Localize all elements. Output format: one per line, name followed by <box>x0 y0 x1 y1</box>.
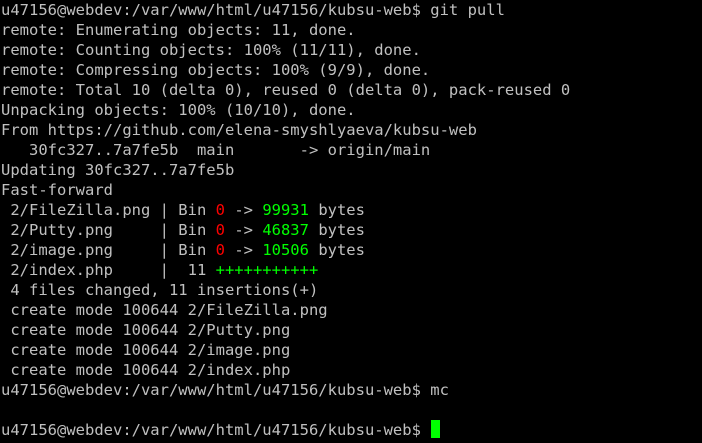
prompt-line-current[interactable]: u47156@webdev:/var/www/html/u47156/kubsu… <box>1 420 702 440</box>
output-line: Unpacking objects: 100% (10/10), done. <box>1 101 356 119</box>
create-mode-line: create mode 100644 2/index.php <box>1 361 291 379</box>
shell-prompt: u47156@webdev:/var/www/html/u47156/kubsu… <box>1 1 421 19</box>
output-line: 30fc327..7a7fe5b main -> origin/main <box>1 141 431 159</box>
terminal-window[interactable]: u47156@webdev:/var/www/html/u47156/kubsu… <box>0 0 702 443</box>
diffstat-file: 2/FileZilla.png | Bin <box>1 201 216 219</box>
prompt-line-git-pull: u47156@webdev:/var/www/html/u47156/kubsu… <box>1 0 702 20</box>
diffstat-insertions: +++++++++++ <box>215 261 319 279</box>
output-line: Updating 30fc327..7a7fe5b <box>1 161 235 179</box>
create-mode-line: create mode 100644 2/image.png <box>1 341 291 359</box>
cursor-block[interactable] <box>430 420 440 438</box>
diffstat-arrow: -> <box>224 201 263 219</box>
shell-prompt: u47156@webdev:/var/www/html/u47156/kubsu… <box>1 421 421 439</box>
output-line: remote: Enumerating objects: 11, done. <box>1 21 356 39</box>
diffstat-new-size: 46837 <box>262 221 309 239</box>
diffstat-unit: bytes <box>308 221 365 239</box>
diffstat-old-size: 0 <box>215 221 225 239</box>
diffstat-unit: bytes <box>308 201 365 219</box>
diffstat-old-size: 0 <box>215 241 225 259</box>
diffstat-file: 2/index.php | 11 <box>1 261 216 279</box>
command-mc: mc <box>420 381 449 399</box>
diffstat-line-putty: 2/Putty.png | Bin 0 -> 46837 bytes <box>1 220 702 240</box>
diffstat-new-size: 99931 <box>262 201 309 219</box>
summary-line: 4 files changed, 11 insertions(+) <box>1 281 319 299</box>
create-mode-line: create mode 100644 2/Putty.png <box>1 321 291 339</box>
output-line: Fast-forward <box>1 181 113 199</box>
diffstat-line-index: 2/index.php | 11 +++++++++++ <box>1 260 702 280</box>
create-mode-line: create mode 100644 2/FileZilla.png <box>1 301 328 319</box>
shell-prompt: u47156@webdev:/var/www/html/u47156/kubsu… <box>1 381 421 399</box>
output-line: remote: Compressing objects: 100% (9/9),… <box>1 61 431 79</box>
diffstat-arrow: -> <box>224 221 263 239</box>
diffstat-line-image: 2/image.png | Bin 0 -> 10506 bytes <box>1 240 702 260</box>
diffstat-unit: bytes <box>308 241 365 259</box>
output-line: From https://github.com/elena-smyshlyaev… <box>1 121 477 139</box>
prompt-line-mc: u47156@webdev:/var/www/html/u47156/kubsu… <box>1 380 702 400</box>
diffstat-old-size: 0 <box>215 201 225 219</box>
output-line: remote: Counting objects: 100% (11/11), … <box>1 41 421 59</box>
diffstat-arrow: -> <box>224 241 263 259</box>
diffstat-file: 2/image.png | Bin <box>1 241 216 259</box>
output-line: remote: Total 10 (delta 0), reused 0 (de… <box>1 81 571 99</box>
diffstat-line-filezilla: 2/FileZilla.png | Bin 0 -> 99931 bytes <box>1 200 702 220</box>
command-git-pull: git pull <box>420 1 505 19</box>
diffstat-new-size: 10506 <box>262 241 309 259</box>
diffstat-file: 2/Putty.png | Bin <box>1 221 216 239</box>
